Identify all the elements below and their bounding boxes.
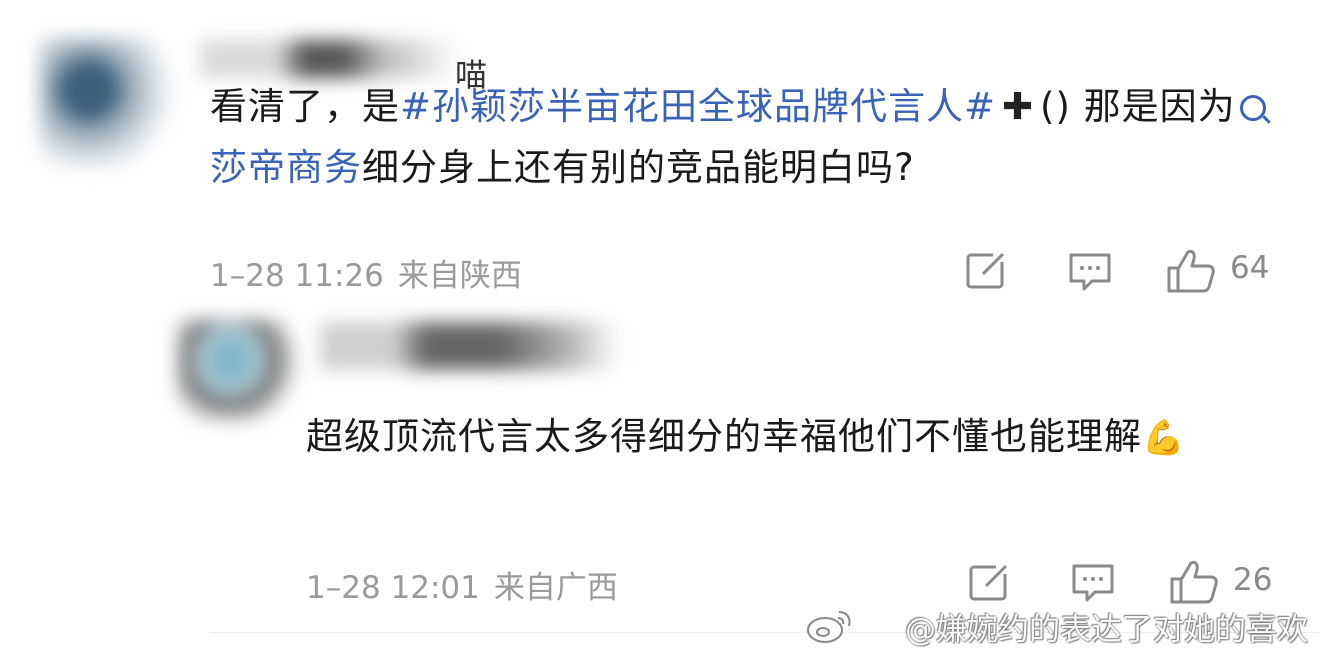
comment-text-mid: () 那是因为 [1040,85,1236,128]
hashtag-link[interactable]: #孙颖莎半亩花田全球品牌代言人# [400,85,996,128]
like-icon[interactable] [1166,248,1216,294]
comment-icon[interactable] [1071,563,1115,603]
comment-text-prefix: 看清了，是 [210,85,400,128]
like-count: 64 [1230,250,1270,286]
comment-icon[interactable] [1068,252,1112,292]
weibo-logo-icon [807,611,851,643]
flexed-biceps-emoji: 💪 [1142,418,1186,458]
like-icon[interactable] [1169,559,1219,605]
like-count: 26 [1233,562,1273,598]
comment-meta: 1–28 12:01 来自广西 [306,562,618,607]
share-icon[interactable] [968,562,1012,602]
location: 来自广西 [493,570,618,606]
share-icon[interactable] [965,250,1009,290]
comment-meta: 1–28 11:26 来自陕西 [210,250,522,295]
reply-text: 超级顶流代言太多得细分的幸福他们不懂也能理解💪 [306,406,1266,469]
timestamp: 1–28 11:26 [210,258,384,294]
timestamp: 1–28 12:01 [306,570,480,606]
reply-text-body: 超级顶流代言太多得细分的幸福他们不懂也能理解 [306,415,1142,458]
avatar[interactable] [178,320,308,420]
search-icon [1239,95,1266,121]
username-blurred[interactable] [320,322,620,370]
location: 来自陕西 [397,258,522,294]
username-blurred[interactable] [200,40,460,78]
search-link[interactable]: 莎帝商务 [210,146,362,189]
comment-text: 看清了，是#孙颖莎半亩花田全球品牌代言人# ✚() 那是因为莎帝商务细分身上还有别… [210,76,1290,198]
avatar[interactable] [40,38,180,168]
plus-icon: ✚ [1002,85,1035,128]
watermark: @嫌婉约的表达了对她的喜欢 [905,612,1308,648]
comment-text-suffix: 细分身上还有别的竞品能明白吗? [362,146,915,189]
